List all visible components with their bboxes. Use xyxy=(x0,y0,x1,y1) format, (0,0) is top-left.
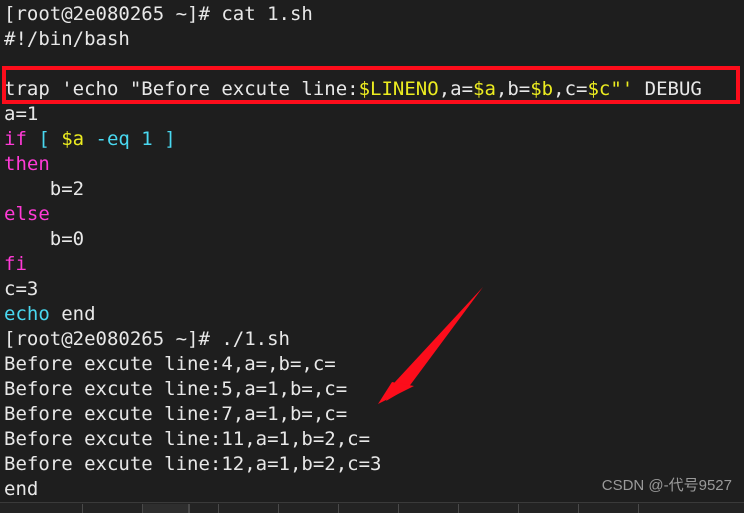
b2-assign-text: b=2 xyxy=(4,178,85,200)
output-text-7: Before excute line:7,a=1,b=,c= xyxy=(4,403,348,425)
terminal-output-line-5: Before excute line:5,a=1,b=,c= xyxy=(4,377,744,402)
terminal-line-b2: b=2 xyxy=(4,177,744,202)
output-text-5: Before excute line:5,a=1,b=,c= xyxy=(4,378,348,400)
a-assign-text: a=1 xyxy=(4,103,39,125)
trap-command-text: trap 'echo "Before excute line: xyxy=(4,78,359,100)
taskbar-divider-1 xyxy=(82,504,83,513)
taskbar-divider-10 xyxy=(638,504,639,513)
terminal-line-c3: c=3 xyxy=(4,277,744,302)
trap-var-a: $a xyxy=(473,78,496,100)
if-bracket-open: [ xyxy=(26,128,62,150)
shebang-text: #!/bin/bash xyxy=(4,28,130,50)
trap-signal-debug: DEBUG xyxy=(633,78,702,100)
trap-var-c: $c xyxy=(587,78,611,100)
taskbar-divider-3 xyxy=(218,504,219,513)
output-text-11: Before excute line:11,a=1,b=2,c= xyxy=(4,428,371,450)
trap-separator-a: ,a= xyxy=(438,78,474,100)
terminal-line-b0: b=0 xyxy=(4,227,744,252)
terminal-line-shebang: #!/bin/bash xyxy=(4,27,744,52)
taskbar-divider-4 xyxy=(278,504,279,513)
terminal-output-line-4: Before excute line:4,a=,b=,c= xyxy=(4,352,744,377)
taskbar-divider-8 xyxy=(518,504,519,513)
prompt-text: [root@2e080265 ~]# cat 1.sh xyxy=(4,3,313,25)
c3-assign-text: c=3 xyxy=(4,278,39,300)
output-text-12: Before excute line:12,a=1,b=2,c=3 xyxy=(4,453,382,475)
keyword-if: if xyxy=(4,128,27,150)
trap-separator-b: ,b= xyxy=(495,78,531,100)
terminal-line-prompt-cat: [root@2e080265 ~]# cat 1.sh xyxy=(4,2,744,27)
trap-var-b: $b xyxy=(530,78,554,100)
terminal-line-else: else xyxy=(4,202,744,227)
output-text-end: end xyxy=(4,478,39,500)
trap-separator-c: ,c= xyxy=(553,78,588,100)
output-text-4: Before excute line:4,a=,b=,c= xyxy=(4,353,336,375)
if-variable-a: $a xyxy=(61,128,85,150)
keyword-else: else xyxy=(4,203,50,225)
terminal-line-echo: echo end xyxy=(4,302,744,327)
trap-quote-end: "' xyxy=(610,78,634,100)
b0-assign-text: b=0 xyxy=(4,228,85,250)
taskbar-divider-2 xyxy=(188,504,189,513)
terminal-output-line-7: Before excute line:7,a=1,b=,c= xyxy=(4,402,744,427)
if-operator-eq: -eq 1 xyxy=(84,128,165,150)
taskbar-divider-7 xyxy=(458,504,459,513)
os-taskbar[interactable] xyxy=(0,502,744,513)
taskbar-active-tab[interactable] xyxy=(142,504,190,513)
terminal-line-prompt-run: [root@2e080265 ~]# ./1.sh xyxy=(4,327,744,352)
terminal-window[interactable]: [root@2e080265 ~]# cat 1.sh #!/bin/bash … xyxy=(0,0,744,513)
if-bracket-close: ] xyxy=(164,128,176,150)
builtin-echo: echo xyxy=(4,303,50,325)
terminal-line-if: if [ $a -eq 1 ] xyxy=(4,127,744,152)
csdn-watermark: CSDN @-代号9527 xyxy=(601,477,732,494)
run-prompt-text: [root@2e080265 ~]# ./1.sh xyxy=(4,328,290,350)
keyword-then: then xyxy=(4,153,50,175)
taskbar-divider-5 xyxy=(338,504,339,513)
terminal-line-trap: trap 'echo "Before excute line:$LINENO,a… xyxy=(4,77,744,102)
trap-var-lineno: $LINENO xyxy=(358,78,439,100)
terminal-line-a-assign: a=1 xyxy=(4,102,744,127)
keyword-fi: fi xyxy=(4,253,27,275)
terminal-output-line-11: Before excute line:11,a=1,b=2,c= xyxy=(4,427,744,452)
taskbar-divider-9 xyxy=(578,504,579,513)
screenshot-root: [root@2e080265 ~]# cat 1.sh #!/bin/bash … xyxy=(0,0,744,513)
terminal-line-then: then xyxy=(4,152,744,177)
terminal-line-fi: fi xyxy=(4,252,744,277)
taskbar-divider-6 xyxy=(398,504,399,513)
echo-argument: end xyxy=(49,303,96,325)
